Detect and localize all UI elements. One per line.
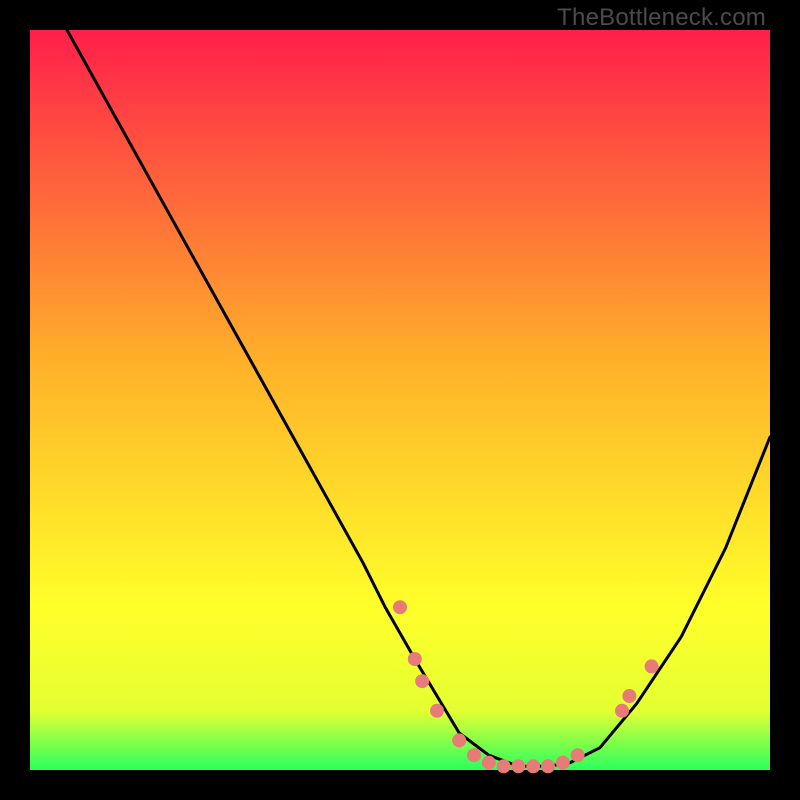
data-dot xyxy=(497,759,511,773)
data-dot xyxy=(526,759,540,773)
data-dot xyxy=(430,704,444,718)
data-dot xyxy=(622,689,636,703)
bottleneck-chart xyxy=(30,30,770,770)
data-dot xyxy=(467,748,481,762)
data-dot xyxy=(541,759,555,773)
data-dot xyxy=(556,756,570,770)
data-dot xyxy=(393,600,407,614)
data-dot xyxy=(511,759,525,773)
data-dot xyxy=(615,704,629,718)
watermark-text: TheBottleneck.com xyxy=(557,4,766,32)
data-dot xyxy=(408,652,422,666)
data-dot xyxy=(452,733,466,747)
data-dot xyxy=(645,659,659,673)
data-dot xyxy=(415,674,429,688)
data-dot xyxy=(482,756,496,770)
data-dot xyxy=(571,748,585,762)
